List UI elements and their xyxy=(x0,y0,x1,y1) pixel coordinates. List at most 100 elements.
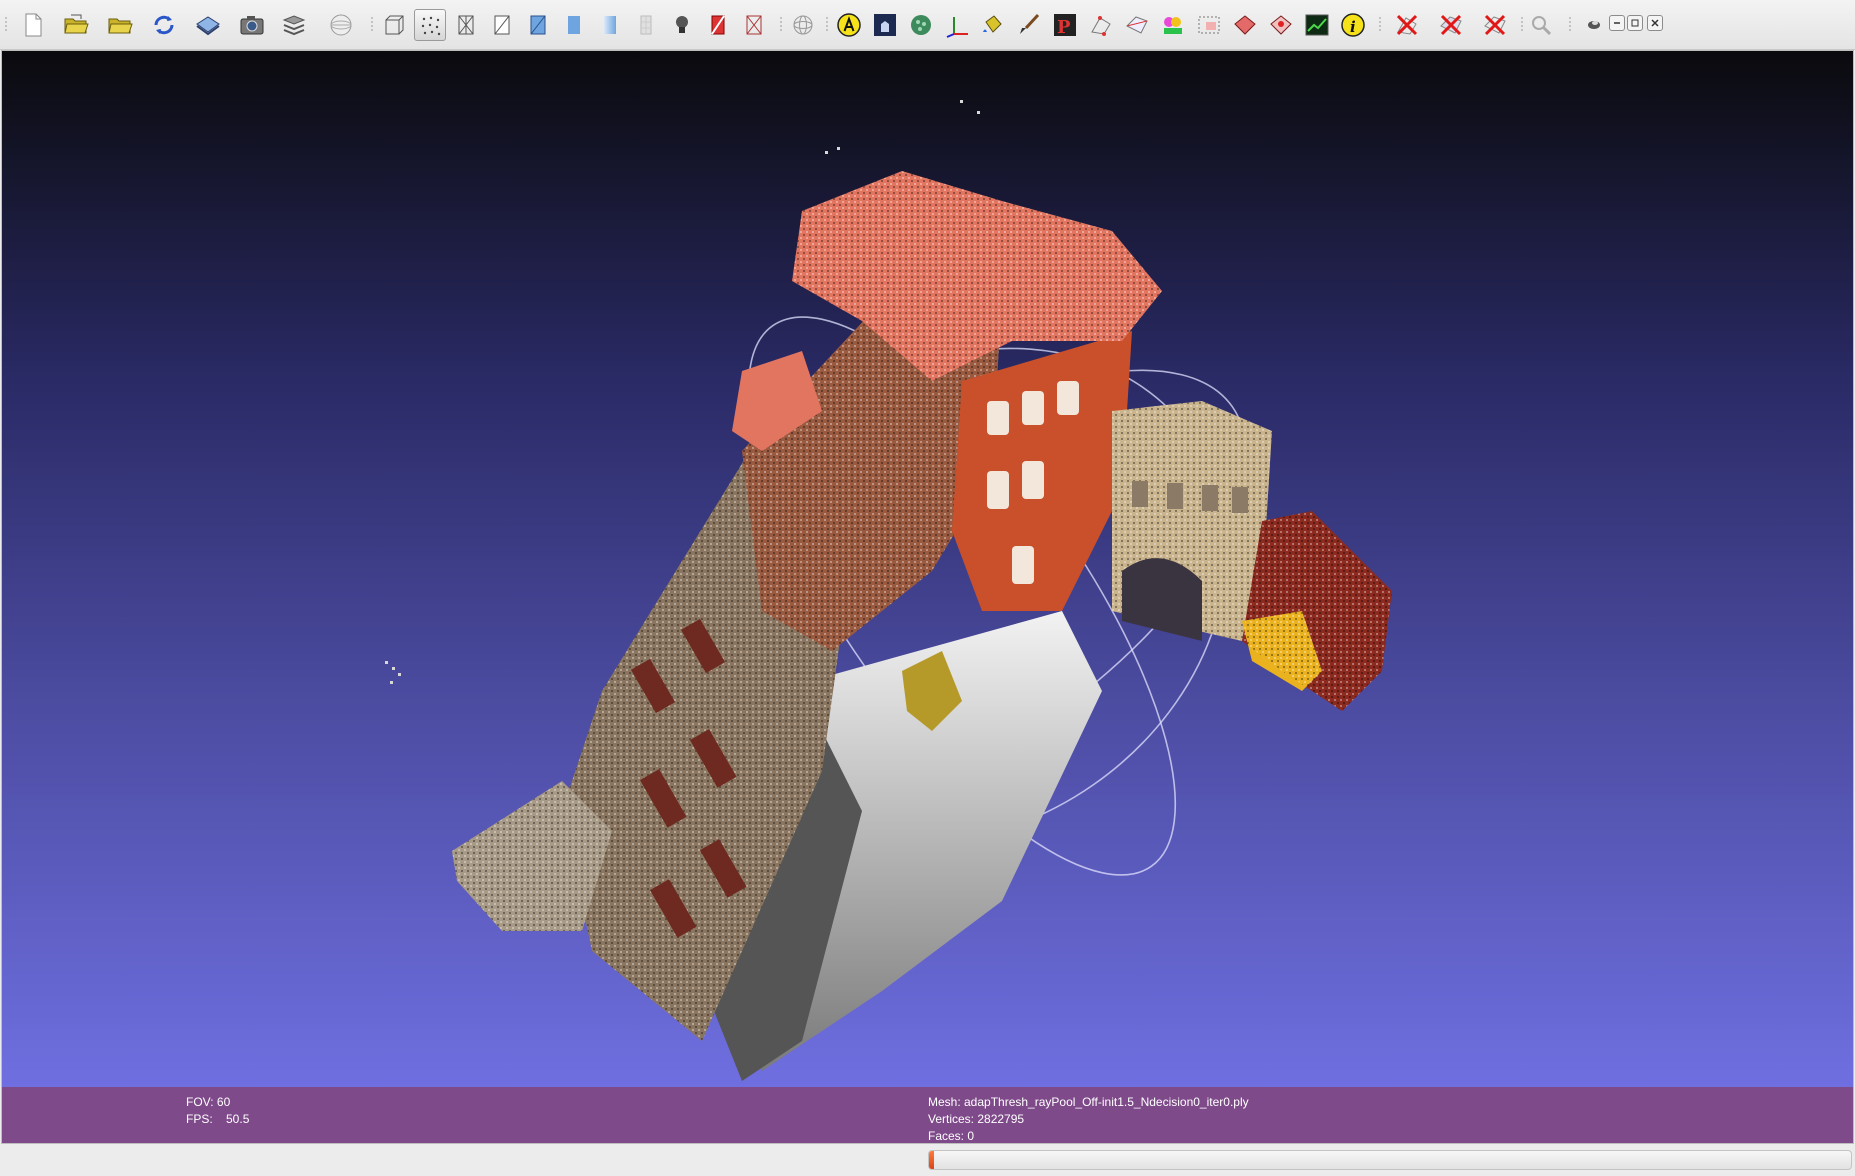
wireframe-icon xyxy=(458,15,474,35)
trackball-button[interactable] xyxy=(787,9,819,41)
toolbar-separator xyxy=(1379,16,1381,32)
select-region-icon xyxy=(1234,15,1256,35)
info-button[interactable]: i xyxy=(1337,9,1369,41)
faces-count-label: Faces: 0 xyxy=(928,1129,975,1143)
trackball-icon xyxy=(793,15,813,35)
toolbar-separator xyxy=(826,16,828,32)
delete-faces-icon xyxy=(1440,14,1462,36)
texture-button[interactable] xyxy=(630,9,662,41)
fancy-light-button[interactable] xyxy=(738,9,770,41)
progress-bar xyxy=(928,1150,1852,1170)
svg-text:P: P xyxy=(1057,17,1071,38)
toolbar-separator xyxy=(780,16,782,32)
restore-down-icon xyxy=(1588,21,1600,29)
hidden-lines-icon xyxy=(494,15,510,35)
bounding-box-icon xyxy=(385,15,404,35)
layers-button[interactable] xyxy=(278,9,310,41)
minimize-button[interactable] xyxy=(1609,15,1625,31)
svg-text:i: i xyxy=(1350,18,1356,36)
annotation-button[interactable] xyxy=(833,9,865,41)
new-document-icon xyxy=(25,13,42,37)
shader-button[interactable] xyxy=(905,9,937,41)
color-select-icon xyxy=(1164,17,1182,34)
select-paint-button[interactable] xyxy=(1265,9,1297,41)
select-region-button[interactable] xyxy=(1229,9,1261,41)
brush-button[interactable] xyxy=(1013,9,1045,41)
lighting-button[interactable] xyxy=(666,9,698,41)
delete-vertices-button[interactable] xyxy=(1391,9,1423,41)
open-project-button[interactable] xyxy=(60,9,92,41)
color-select-button[interactable] xyxy=(1157,9,1189,41)
snapshot-button[interactable] xyxy=(236,9,268,41)
info-icon: i xyxy=(1341,13,1365,37)
paint-button[interactable] xyxy=(977,9,1009,41)
render-wireframe-button[interactable] xyxy=(450,9,482,41)
smooth-shading-icon xyxy=(604,16,616,34)
render-frame-icon xyxy=(874,14,896,36)
save-disk-icon xyxy=(196,16,220,36)
brush-icon xyxy=(1020,13,1040,34)
minimize-icon xyxy=(1614,22,1620,24)
select-faces-button[interactable] xyxy=(1193,9,1225,41)
render-smooth-button[interactable] xyxy=(594,9,626,41)
view-from-button[interactable] xyxy=(325,9,357,41)
select-vertices-icon xyxy=(1091,16,1111,36)
vertices-count-label: Vertices: 2822795 xyxy=(928,1112,1025,1126)
search-button[interactable] xyxy=(1525,9,1557,41)
texture-icon xyxy=(640,15,652,35)
mesh-name-label: Mesh: adapThresh_rayPool_Off-init1.5_Nde… xyxy=(928,1095,1249,1109)
maximize-icon xyxy=(1631,19,1639,27)
pick-points-button[interactable]: P xyxy=(1049,9,1081,41)
render-points-button[interactable] xyxy=(414,9,446,41)
search-icon xyxy=(1532,16,1552,36)
reload-button[interactable] xyxy=(148,9,180,41)
3d-viewport[interactable]: FOV: 60 FPS: 50.5 Mesh: adapThresh_rayPo… xyxy=(1,50,1854,1144)
render-hidden-lines-button[interactable] xyxy=(486,9,518,41)
paint-bucket-icon xyxy=(983,15,1002,33)
save-button[interactable] xyxy=(192,9,224,41)
camera-icon xyxy=(240,16,264,35)
maximize-button[interactable] xyxy=(1627,15,1643,31)
render-frame-button[interactable] xyxy=(869,9,901,41)
delete-all-icon xyxy=(1484,14,1506,36)
restore-down-button[interactable] xyxy=(1585,15,1603,33)
toolbar-separator xyxy=(1521,16,1523,32)
fov-label: FOV: 60 xyxy=(186,1095,231,1109)
point-cloud-building xyxy=(385,100,1392,1081)
view-globe-icon xyxy=(330,14,352,36)
delete-faces-button[interactable] xyxy=(1435,9,1467,41)
import-folder-icon xyxy=(108,18,133,34)
viewer-info-bar: FOV: 60 FPS: 50.5 Mesh: adapThresh_rayPo… xyxy=(2,1087,1853,1143)
bounding-box-button[interactable] xyxy=(378,9,410,41)
reload-icon xyxy=(154,15,174,35)
flat-lines-icon xyxy=(530,15,546,35)
points-icon xyxy=(421,16,441,36)
pick-points-icon: P xyxy=(1054,14,1076,38)
toolbar-separator xyxy=(1569,16,1571,32)
layers-icon xyxy=(282,15,306,36)
flat-shading-icon xyxy=(568,16,580,34)
fps-label: FPS: 50.5 xyxy=(186,1112,250,1126)
select-paint-icon xyxy=(1270,15,1292,35)
raster-button[interactable] xyxy=(1301,9,1333,41)
progress-bar-fill xyxy=(929,1151,934,1169)
backface-icon xyxy=(711,15,725,35)
close-icon xyxy=(1651,19,1659,27)
render-flat-button[interactable] xyxy=(558,9,590,41)
delete-vertices-icon xyxy=(1396,14,1418,36)
select-connected-button[interactable] xyxy=(1121,9,1153,41)
render-flat-lines-button[interactable] xyxy=(522,9,554,41)
fancy-lighting-icon xyxy=(746,15,762,35)
select-faces-icon xyxy=(1198,16,1220,34)
new-project-button[interactable] xyxy=(17,9,49,41)
open-folder-icon xyxy=(64,14,89,34)
toolbar-grip[interactable] xyxy=(5,16,7,32)
close-button[interactable] xyxy=(1647,15,1663,31)
import-mesh-button[interactable] xyxy=(104,9,136,41)
axes-icon xyxy=(946,17,968,38)
backface-button[interactable] xyxy=(702,9,734,41)
main-toolbar: P i xyxy=(0,0,1855,50)
delete-all-button[interactable] xyxy=(1479,9,1511,41)
axes-button[interactable] xyxy=(941,9,973,41)
select-vertices-button[interactable] xyxy=(1085,9,1117,41)
